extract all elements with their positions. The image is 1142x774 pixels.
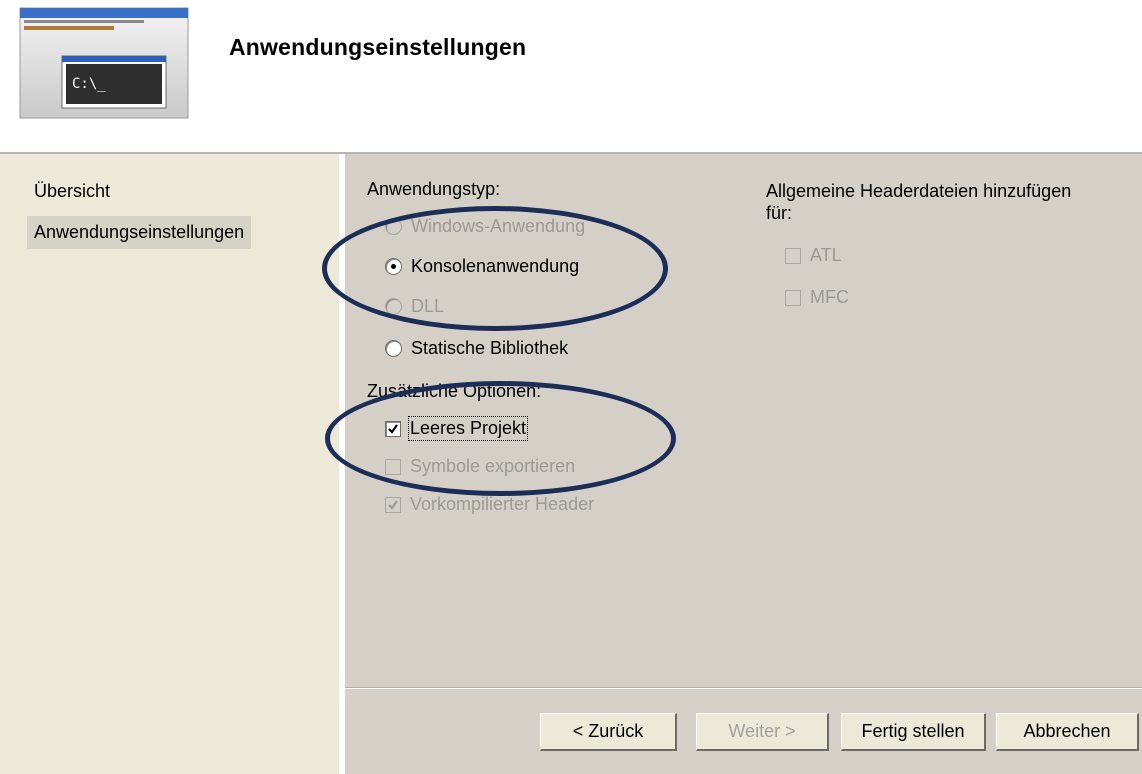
cancel-button[interactable]: Abbrechen <box>996 713 1139 751</box>
radio-static-library-label: Statische Bibliothek <box>411 338 569 358</box>
back-button[interactable]: < Zurück <box>540 713 677 751</box>
checkbox-icon <box>785 247 801 264</box>
checkbox-checked-icon <box>385 496 401 513</box>
checkbox-mfc-label: MFC <box>810 287 849 307</box>
checkbox-atl-label: ATL <box>810 245 842 265</box>
checkbox-icon <box>385 458 401 475</box>
radio-selected-icon <box>385 258 402 275</box>
radio-static-library[interactable]: Statische Bibliothek <box>385 338 568 359</box>
radio-icon <box>385 218 402 235</box>
common-headers-label-for: für: <box>766 203 793 223</box>
wizard-header: C:\_ Anwendungseinstellungen <box>0 0 1142 152</box>
checkbox-mfc[interactable]: MFC <box>785 287 849 308</box>
finish-button[interactable]: Fertig stellen <box>841 713 986 751</box>
console-app-icon: C:\_ <box>18 6 192 122</box>
radio-console-application[interactable]: Konsolenanwendung <box>385 256 579 277</box>
checkbox-icon <box>785 289 801 306</box>
radio-console-application-label: Konsolenanwendung <box>411 256 580 276</box>
radio-dll-label: DLL <box>411 296 445 316</box>
page-title: Anwendungseinstellungen <box>229 34 527 60</box>
checkbox-checked-icon <box>385 420 401 437</box>
nav-item-anwendungseinstellungen[interactable]: Anwendungseinstellungen <box>27 216 252 249</box>
checkbox-atl[interactable]: ATL <box>785 245 842 266</box>
footer-divider-highlight <box>345 688 1142 689</box>
radio-windows-application[interactable]: Windows-Anwendung <box>385 216 585 237</box>
checkbox-precompiled-header[interactable]: Vorkompilierter Header <box>385 494 594 515</box>
next-button[interactable]: Weiter > <box>696 713 829 751</box>
checkbox-precompiled-header-label: Vorkompilierter Header <box>410 494 595 514</box>
nav-item-uebersicht[interactable]: Übersicht <box>34 181 110 202</box>
checkbox-empty-project-label: Leeres Projekt <box>407 416 529 441</box>
additional-options-label: Zusätzliche Optionen: <box>367 381 542 401</box>
common-headers-label: Allgemeine Headerdateien hinzufügen <box>766 181 1072 201</box>
checkbox-export-symbols-label: Symbole exportieren <box>410 456 576 476</box>
application-type-label: Anwendungstyp: <box>367 179 501 199</box>
radio-dll[interactable]: DLL <box>385 296 444 317</box>
radio-icon <box>385 340 402 357</box>
checkbox-empty-project[interactable]: Leeres Projekt <box>385 416 529 441</box>
console-prompt-text: C:\_ <box>72 76 106 92</box>
radio-windows-application-label: Windows-Anwendung <box>411 216 586 236</box>
radio-icon <box>385 298 402 315</box>
checkbox-export-symbols[interactable]: Symbole exportieren <box>385 456 575 477</box>
